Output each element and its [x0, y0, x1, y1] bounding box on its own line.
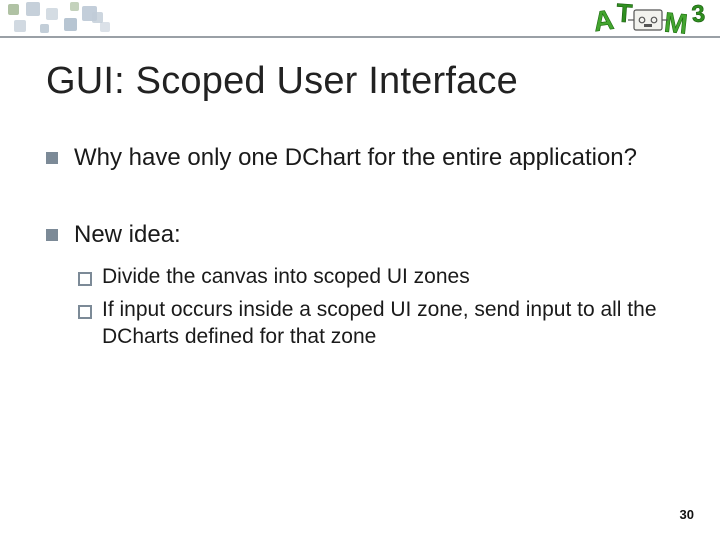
- deco-square: [92, 12, 103, 23]
- slide-title: GUI: Scoped User Interface: [46, 60, 674, 103]
- sub-bullet-item: If input occurs inside a scoped UI zone,…: [74, 297, 674, 351]
- bullet-text: New idea:: [74, 221, 181, 248]
- deco-square: [8, 4, 19, 15]
- deco-square: [14, 20, 26, 32]
- bullet-text: Why have only one DChart for the entire …: [74, 144, 637, 171]
- sub-bullet-list: Divide the canvas into scoped UI zones I…: [74, 264, 674, 351]
- sub-bullet-item: Divide the canvas into scoped UI zones: [74, 264, 674, 291]
- svg-text:A: A: [594, 4, 616, 38]
- bullet-list: Why have only one DChart for the entire …: [46, 143, 674, 351]
- deco-square: [70, 2, 79, 11]
- deco-square: [46, 8, 58, 20]
- bullet-item: Why have only one DChart for the entire …: [46, 143, 674, 174]
- deco-square: [64, 18, 77, 31]
- deco-square: [100, 22, 110, 32]
- deco-square: [26, 2, 40, 16]
- bullet-item: New idea: Divide the canvas into scoped …: [46, 220, 674, 351]
- svg-text:3: 3: [690, 0, 706, 28]
- slide-content: GUI: Scoped User Interface Why have only…: [46, 60, 674, 397]
- logo: A T M 3: [594, 0, 714, 40]
- svg-text:T: T: [615, 0, 633, 29]
- svg-text:M: M: [663, 6, 689, 39]
- page-number: 30: [680, 507, 694, 522]
- deco-square: [40, 24, 49, 33]
